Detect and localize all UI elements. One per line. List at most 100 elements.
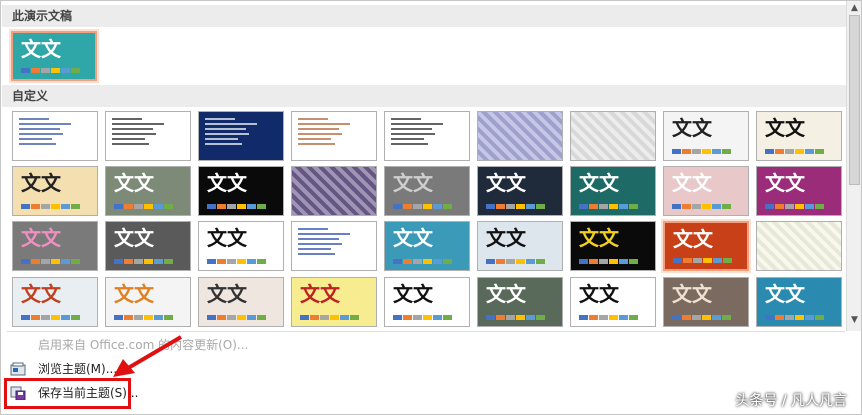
theme-thumbnail[interactable]: 文文 — [756, 111, 842, 161]
color-swatch — [682, 204, 691, 209]
theme-thumbnail[interactable]: 文文 — [105, 221, 191, 271]
theme-thumbnail[interactable] — [384, 111, 470, 161]
color-swatches — [114, 259, 173, 264]
color-swatch — [579, 204, 588, 209]
theme-thumbnail[interactable]: 文文 — [570, 277, 656, 327]
theme-thumbnail[interactable] — [291, 166, 377, 216]
theme-thumbnail[interactable]: 文文 — [570, 221, 656, 271]
theme-thumbnail[interactable]: 文文 — [756, 166, 842, 216]
theme-thumbnail[interactable]: 文文 — [12, 166, 98, 216]
color-swatches — [21, 315, 80, 320]
theme-sample-text: 文文 — [114, 282, 154, 306]
theme-thumbnail[interactable]: 文文 — [105, 166, 191, 216]
theme-thumbnail[interactable]: 文文 — [477, 166, 563, 216]
color-swatch — [247, 315, 256, 320]
theme-sample-text: 文文 — [21, 226, 61, 250]
theme-thumbnail[interactable] — [198, 111, 284, 161]
color-swatch — [144, 315, 153, 320]
scroll-down-arrow-icon[interactable]: ▼ — [847, 313, 862, 327]
theme-thumbnail[interactable] — [570, 111, 656, 161]
section-header-custom: 自定义 — [2, 85, 846, 107]
theme-thumbnail[interactable]: 文文 — [663, 277, 749, 327]
theme-thumbnail[interactable]: 文文 — [384, 166, 470, 216]
theme-thumbnail[interactable]: 文文 — [198, 166, 284, 216]
color-swatch — [257, 204, 266, 209]
color-swatches — [765, 204, 824, 209]
color-swatch — [516, 204, 525, 209]
color-swatch — [237, 315, 246, 320]
color-swatch — [423, 315, 432, 320]
color-swatch — [413, 204, 422, 209]
color-swatch — [609, 315, 618, 320]
theme-thumbnail[interactable]: 文文 — [198, 277, 284, 327]
theme-thumbnail[interactable] — [12, 111, 98, 161]
theme-thumbnail[interactable]: 文文 — [663, 166, 749, 216]
color-swatches — [765, 315, 824, 320]
theme-thumbnail[interactable]: 文文 — [756, 277, 842, 327]
gallery-scrollbar[interactable]: ▲ ▼ — [846, 1, 861, 331]
theme-thumbnail[interactable]: 文文 — [384, 221, 470, 271]
color-swatch — [433, 204, 442, 209]
color-swatch — [443, 204, 452, 209]
color-swatch — [114, 204, 123, 209]
theme-thumbnail[interactable]: 文文 — [105, 277, 191, 327]
color-swatch — [21, 259, 30, 264]
theme-sample-text: 文文 — [486, 282, 526, 306]
color-swatches — [672, 149, 731, 154]
theme-sample-text: 文文 — [207, 171, 247, 195]
color-swatches — [672, 315, 731, 320]
color-swatch — [41, 204, 50, 209]
color-swatch — [310, 315, 319, 320]
theme-thumbnail[interactable]: 文文 — [570, 166, 656, 216]
theme-thumbnail[interactable]: 文文 — [477, 277, 563, 327]
color-swatches — [486, 315, 545, 320]
color-swatch — [403, 204, 412, 209]
color-swatch — [144, 204, 153, 209]
color-swatch — [61, 259, 70, 264]
theme-thumbnail[interactable]: 文文 — [384, 277, 470, 327]
color-swatch — [423, 204, 432, 209]
theme-thumb-current[interactable]: 文文 — [11, 31, 97, 81]
theme-sample-text: 文文 — [672, 171, 712, 195]
color-swatch — [164, 315, 173, 320]
color-swatch — [21, 204, 30, 209]
theme-thumbnail[interactable]: 文文 — [663, 111, 749, 161]
theme-thumbnail[interactable] — [291, 111, 377, 161]
color-swatch — [506, 204, 515, 209]
color-swatches — [114, 204, 173, 209]
color-swatches — [207, 204, 266, 209]
theme-thumbnail[interactable]: 文文 — [663, 221, 749, 271]
color-swatch — [722, 315, 731, 320]
scroll-up-arrow-icon[interactable]: ▲ — [847, 1, 862, 15]
theme-thumbnail[interactable]: 文文 — [12, 221, 98, 271]
theme-thumbnail[interactable]: 文文 — [12, 277, 98, 327]
color-swatch — [247, 204, 256, 209]
color-swatch — [257, 259, 266, 264]
color-swatch — [815, 204, 824, 209]
theme-sample-text: 文文 — [114, 226, 154, 250]
theme-sample-text: 文文 — [21, 37, 61, 61]
scroll-thumb[interactable] — [849, 15, 860, 185]
theme-thumbnail[interactable] — [105, 111, 191, 161]
theme-thumbnail[interactable]: 文文 — [198, 221, 284, 271]
color-swatch — [486, 315, 495, 320]
color-swatch — [765, 149, 774, 154]
color-swatch — [795, 149, 804, 154]
color-swatches — [393, 259, 452, 264]
annotation-arrow-icon — [113, 335, 183, 377]
theme-thumbnail[interactable]: 文文 — [477, 221, 563, 271]
color-swatch — [393, 315, 402, 320]
color-swatch — [443, 259, 452, 264]
color-swatch — [775, 204, 784, 209]
color-swatch — [682, 149, 691, 154]
color-swatch — [526, 204, 535, 209]
theme-thumbnail[interactable]: 文文 — [291, 277, 377, 327]
color-swatch — [589, 315, 598, 320]
color-swatch — [619, 204, 628, 209]
color-swatch — [393, 259, 402, 264]
theme-thumbnail[interactable] — [756, 221, 842, 271]
theme-sample-lines — [391, 118, 465, 148]
theme-thumbnail[interactable] — [291, 221, 377, 271]
theme-thumbnail[interactable] — [477, 111, 563, 161]
color-swatch — [702, 149, 711, 154]
